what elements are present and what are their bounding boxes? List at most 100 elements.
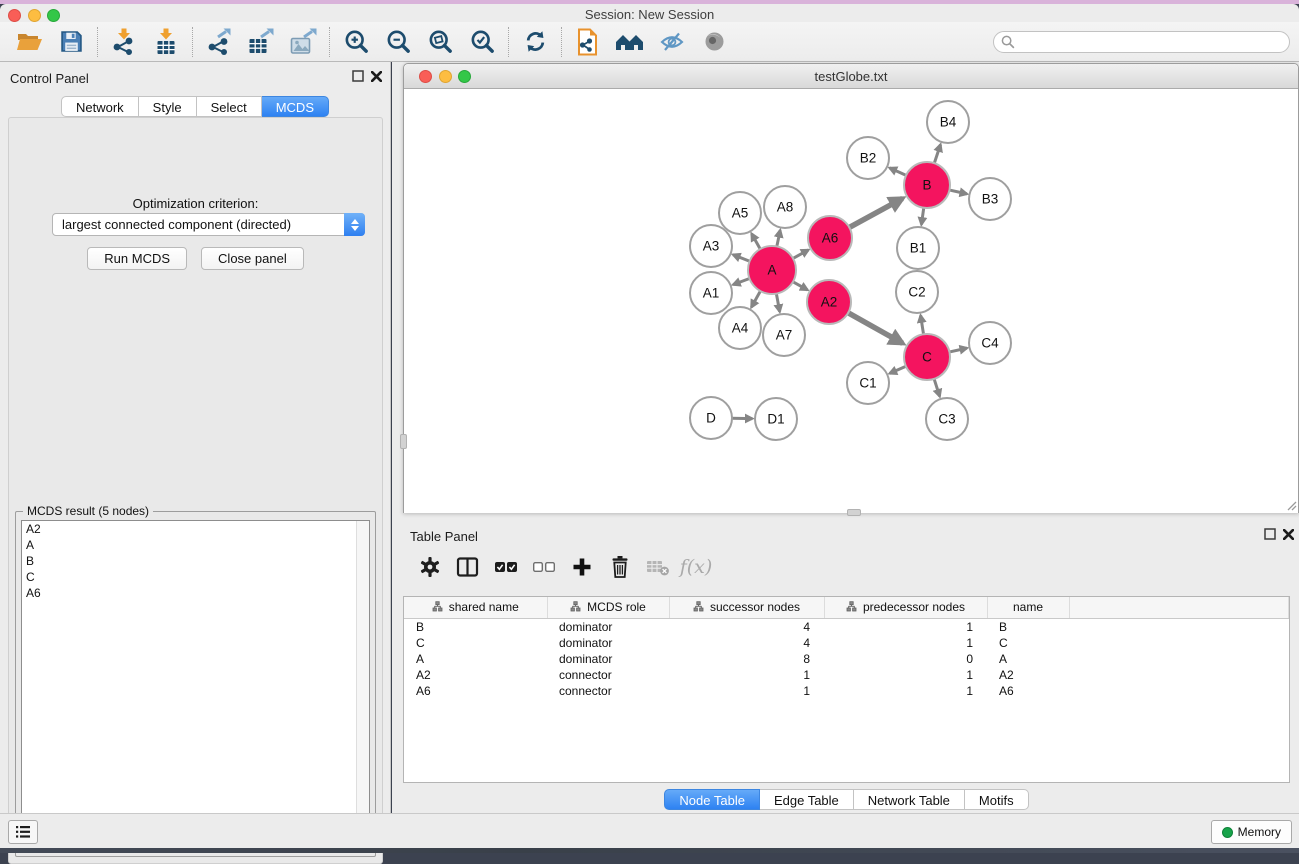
network-document-button[interactable] <box>567 24 609 60</box>
node-B[interactable]: B <box>904 162 950 208</box>
tab-node-table[interactable]: Node Table <box>664 789 760 810</box>
edge-C-C1[interactable] <box>890 366 907 374</box>
mcds-result-list[interactable]: A2ABCA6 <box>21 520 370 850</box>
node-D[interactable]: D <box>690 397 732 439</box>
tab-network-table[interactable]: Network Table <box>854 789 965 810</box>
home-button[interactable] <box>609 24 651 60</box>
node-C3[interactable]: C3 <box>926 398 968 440</box>
navigator-handle[interactable] <box>400 434 407 449</box>
result-item-a6[interactable]: A6 <box>22 585 369 601</box>
edge-A-A7[interactable] <box>776 293 780 312</box>
zoom-selected-button[interactable] <box>461 24 503 60</box>
edge-A-A6[interactable] <box>792 250 808 259</box>
node-C[interactable]: C <box>904 334 950 380</box>
close-panel-button[interactable]: Close panel <box>201 247 304 270</box>
tab-edge-table[interactable]: Edge Table <box>760 789 854 810</box>
column-header-shared-name[interactable]: shared name <box>404 597 547 618</box>
table-row-a[interactable]: Adominator80A <box>404 651 1289 667</box>
node-C2[interactable]: C2 <box>896 271 938 313</box>
node-A3[interactable]: A3 <box>690 225 732 267</box>
zoom-out-button[interactable] <box>377 24 419 60</box>
splitter-handle[interactable] <box>847 509 861 516</box>
memory-button[interactable]: Memory <box>1211 820 1292 844</box>
tab-network[interactable]: Network <box>61 96 139 117</box>
deselect-all-button[interactable] <box>527 550 561 584</box>
table-row-a2[interactable]: A2connector11A2 <box>404 667 1289 683</box>
node-A8[interactable]: A8 <box>764 186 806 228</box>
task-history-button[interactable] <box>8 820 38 844</box>
run-mcds-button[interactable]: Run MCDS <box>87 247 187 270</box>
open-session-button[interactable] <box>8 24 50 60</box>
import-table-button[interactable] <box>145 24 187 60</box>
table-row-b[interactable]: Bdominator41B <box>404 618 1289 635</box>
table-row-c[interactable]: Cdominator41C <box>404 635 1289 651</box>
export-image-button[interactable] <box>282 24 324 60</box>
close-table-panel-icon[interactable] <box>1283 529 1294 540</box>
float-table-panel-icon[interactable] <box>1264 528 1276 540</box>
node-C1[interactable]: C1 <box>847 362 889 404</box>
edge-A-A2[interactable] <box>792 281 807 290</box>
edge-C-C4[interactable] <box>949 348 967 352</box>
table-row-a6[interactable]: A6connector11A6 <box>404 683 1289 699</box>
column-header-MCDS-role[interactable]: MCDS role <box>547 597 669 618</box>
save-session-button[interactable] <box>50 24 92 60</box>
node-A4[interactable]: A4 <box>719 307 761 349</box>
edge-A-A4[interactable] <box>751 290 761 307</box>
network-window-titlebar[interactable]: testGlobe.txt <box>404 64 1298 89</box>
show-column-panel-button[interactable] <box>451 550 485 584</box>
edge-C-C3[interactable] <box>934 378 940 397</box>
add-column-button[interactable] <box>565 550 599 584</box>
edge-A-A5[interactable] <box>752 234 761 250</box>
node-A[interactable]: A <box>748 246 796 294</box>
hide-eye-button[interactable] <box>651 24 693 60</box>
export-table-button[interactable] <box>240 24 282 60</box>
search-field[interactable] <box>993 31 1290 53</box>
edge-B-B4[interactable] <box>934 145 941 165</box>
select-all-button[interactable] <box>489 550 523 584</box>
edge-A-A1[interactable] <box>733 278 750 285</box>
edge-B-B3[interactable] <box>949 190 967 194</box>
edge-A6-B[interactable] <box>848 198 902 228</box>
zoom-in-button[interactable] <box>335 24 377 60</box>
node-A5[interactable]: A5 <box>719 192 761 234</box>
edge-A2-C[interactable] <box>847 312 902 343</box>
close-panel-icon[interactable] <box>371 71 382 82</box>
tab-mcds[interactable]: MCDS <box>262 96 329 117</box>
edge-B-B2[interactable] <box>890 168 907 176</box>
column-header-name[interactable]: name <box>987 597 1069 618</box>
edge-A-A3[interactable] <box>733 255 751 262</box>
delete-column-button[interactable] <box>603 550 637 584</box>
table-settings-button[interactable] <box>413 550 447 584</box>
refresh-button[interactable] <box>514 24 556 60</box>
edge-B-B1[interactable] <box>921 207 924 225</box>
result-item-a[interactable]: A <box>22 537 369 553</box>
result-item-c[interactable]: C <box>22 569 369 585</box>
tab-style[interactable]: Style <box>139 96 197 117</box>
node-B4[interactable]: B4 <box>927 101 969 143</box>
float-panel-icon[interactable] <box>352 70 364 82</box>
node-C4[interactable]: C4 <box>969 322 1011 364</box>
node-B1[interactable]: B1 <box>897 227 939 269</box>
tab-select[interactable]: Select <box>197 96 262 117</box>
result-list-scrollbar[interactable] <box>356 521 369 849</box>
show-eye-button[interactable] <box>693 24 735 60</box>
node-A2[interactable]: A2 <box>807 280 851 324</box>
node-B3[interactable]: B3 <box>969 178 1011 220</box>
node-A7[interactable]: A7 <box>763 314 805 356</box>
network-canvas[interactable]: A B C A2 A6 A1 A3 A4 A5 A7 A8 B1 B2 B3B4 C1 C2 C3C4 D D1 <box>404 90 1298 513</box>
result-item-a2[interactable]: A2 <box>22 521 369 537</box>
column-header-predecessor-nodes[interactable]: predecessor nodes <box>824 597 987 618</box>
export-network-button[interactable] <box>198 24 240 60</box>
edge-C-C2[interactable] <box>921 315 924 335</box>
result-item-b[interactable]: B <box>22 553 369 569</box>
node-D1[interactable]: D1 <box>755 398 797 440</box>
edge-A-A8[interactable] <box>777 230 781 247</box>
column-header-successor-nodes[interactable]: successor nodes <box>669 597 824 618</box>
import-network-button[interactable] <box>103 24 145 60</box>
node-A1[interactable]: A1 <box>690 272 732 314</box>
zoom-fit-button[interactable] <box>419 24 461 60</box>
node-B2[interactable]: B2 <box>847 137 889 179</box>
node-A6[interactable]: A6 <box>808 216 852 260</box>
tab-motifs[interactable]: Motifs <box>965 789 1029 810</box>
criterion-dropdown[interactable]: largest connected component (directed) <box>52 213 365 236</box>
